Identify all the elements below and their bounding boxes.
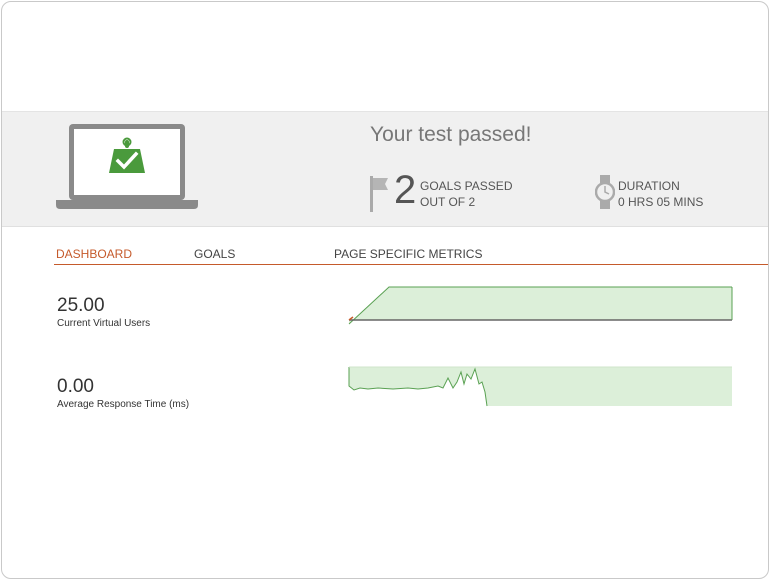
tab-page-specific-metrics[interactable]: PAGE SPECIFIC METRICS	[334, 247, 482, 261]
goals-passed-count: 2	[394, 168, 417, 212]
duration-value: 0 HRS 05 MINS	[618, 195, 704, 209]
result-banner: Your test passed! 2 GOALS PASSED OUT OF …	[2, 111, 768, 227]
app-window: Your test passed! 2 GOALS PASSED OUT OF …	[1, 1, 769, 579]
current-virtual-users-value: 25.00	[57, 295, 105, 316]
watch-icon	[595, 175, 615, 209]
virtual-users-sparkline	[348, 286, 733, 325]
tab-dashboard[interactable]: DASHBOARD	[56, 247, 132, 261]
duration-summary: DURATION 0 HRS 05 MINS	[618, 178, 703, 210]
goals-summary: GOALS PASSED OUT OF 2	[420, 178, 512, 210]
response-time-sparkline	[348, 366, 732, 407]
current-virtual-users-label: Current Virtual Users	[57, 318, 151, 329]
tab-bar: DASHBOARD GOALS PAGE SPECIFIC METRICS	[54, 244, 768, 265]
tab-goals[interactable]: GOALS	[194, 247, 235, 261]
avg-response-time-value: 0.00	[57, 376, 94, 397]
flag-icon	[370, 176, 388, 212]
goals-passed-label: GOALS PASSED	[420, 179, 513, 193]
laptop-icon	[56, 124, 198, 209]
duration-label: DURATION	[618, 179, 680, 193]
result-headline: Your test passed!	[370, 123, 532, 146]
avg-response-time-label: Average Response Time (ms)	[57, 399, 190, 410]
goals-out-of-label: OUT OF 2	[420, 195, 476, 209]
